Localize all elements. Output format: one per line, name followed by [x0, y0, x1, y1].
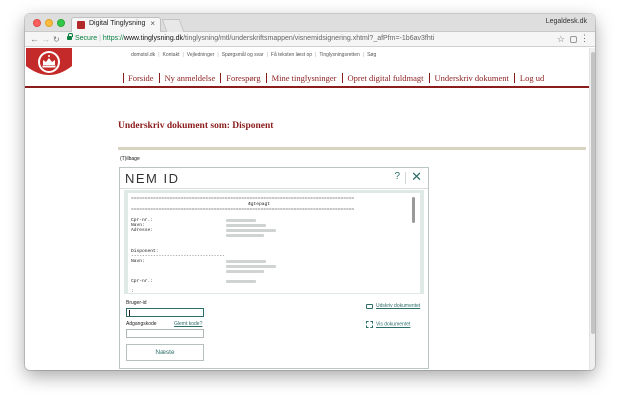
redacted-text: [226, 229, 276, 232]
redacted-text: [226, 260, 266, 263]
back-arrow-icon[interactable]: ←: [30, 34, 39, 44]
user-id-input[interactable]: [126, 308, 204, 317]
nav-underskriv-dokument[interactable]: Underskriv dokument: [428, 73, 514, 83]
nav-forside[interactable]: Forside: [123, 73, 159, 83]
redacted-text: [226, 265, 276, 268]
lock-icon: [67, 33, 73, 40]
doc-adresse-label: Adresse:: [131, 228, 154, 233]
doc-rule-top: ========================================…: [131, 196, 355, 201]
tab-title: Digital Tinglysning: [89, 20, 146, 27]
close-window-icon[interactable]: [33, 19, 41, 27]
nemid-header-rule: [120, 188, 428, 189]
doc-navn2-label: Navn:: [131, 259, 145, 264]
toplink-search[interactable]: Søg: [367, 52, 376, 58]
toplink-kontakt[interactable]: Kontakt: [163, 52, 180, 58]
next-button[interactable]: Næste: [126, 344, 204, 361]
nav-foresporg[interactable]: Forespørg: [220, 73, 266, 83]
browser-tab[interactable]: Digital Tinglysning ×: [71, 17, 161, 32]
profile-name[interactable]: Legaldesk.dk: [546, 18, 587, 25]
url-scheme: https://: [102, 35, 124, 42]
doc-cut-label: :: [131, 289, 134, 293]
back-link[interactable]: (T)ilbage: [120, 156, 140, 162]
browser-window: Digital Tinglysning × Legaldesk.dk ← → ↻…: [25, 14, 595, 370]
nav-log-ud[interactable]: Log ud: [513, 73, 550, 83]
text-caret: [129, 310, 130, 316]
show-link-label: Vis dokumentet: [376, 321, 411, 328]
user-id-label: Bruger-id: [126, 300, 147, 306]
page-title: Underskriv dokument som: Disponent: [118, 121, 274, 131]
url-host: www.tinglysning.dk: [123, 35, 184, 42]
toplink-read-aloud[interactable]: Få teksten læst op: [271, 52, 312, 58]
show-document-link[interactable]: Vis dokumentet: [366, 321, 410, 328]
document-frame: ========================================…: [124, 190, 424, 294]
extension-icon[interactable]: [570, 36, 577, 43]
password-label: Adgangskode: [126, 321, 157, 327]
document-preview[interactable]: ========================================…: [128, 193, 420, 293]
password-input[interactable]: [126, 329, 204, 338]
nemid-logo: NEM ID: [125, 171, 180, 186]
toplink-tinglysningsretten[interactable]: Tinglysningsretten: [319, 52, 359, 58]
bookmark-star-icon[interactable]: ☆: [557, 34, 565, 45]
address-toolbar: ← → ↻ Secure | https://www.tinglysning.d…: [25, 32, 595, 47]
redacted-text: [226, 270, 264, 273]
forward-arrow-icon[interactable]: →: [41, 34, 50, 44]
redacted-text: [226, 219, 256, 222]
nav-mine-tinglysninger[interactable]: Mine tinglysninger: [265, 73, 342, 83]
maximize-window-icon[interactable]: [57, 19, 65, 27]
document-scrollbar[interactable]: [412, 197, 415, 223]
toplink-faq[interactable]: Spørgsmål og svar: [222, 52, 264, 58]
main-navigation: Forside Ny anmeldelse Forespørg Mine tingly…: [123, 73, 550, 83]
doc-cpr2-label: Cpr-nr.:: [131, 279, 154, 284]
reload-icon[interactable]: ↻: [53, 35, 60, 44]
nav-divider: [25, 86, 589, 88]
favicon-icon: [77, 21, 85, 29]
page-content: domstol.dk | Kontakt | Vejledninger | Spørgsmå…: [25, 48, 595, 370]
redacted-text: [226, 234, 264, 237]
doc-rule-bottom: ========================================…: [131, 207, 355, 212]
redacted-text: [226, 280, 256, 283]
new-tab-button[interactable]: [161, 19, 185, 32]
toplink-vejledninger[interactable]: Vejledninger: [187, 52, 215, 58]
tab-bar: Digital Tinglysning × Legaldesk.dk: [25, 14, 595, 32]
url-path: /tinglysning/mtl/underskriftsmappen/visn…: [183, 35, 435, 42]
printer-icon: [366, 303, 373, 309]
forgot-password-link[interactable]: Glemt kode?: [174, 321, 202, 327]
minimize-window-icon[interactable]: [45, 19, 53, 27]
doc-disponent-rule: ----------------------------------: [131, 254, 225, 259]
top-links: domstol.dk | Kontakt | Vejledninger | Spørgsmå…: [131, 52, 377, 58]
crown-seal-logo[interactable]: [26, 48, 72, 82]
nav-ny-anmeldelse[interactable]: Ny anmeldelse: [158, 73, 221, 83]
tab-close-icon[interactable]: ×: [150, 19, 155, 28]
help-icon[interactable]: ?: [394, 171, 400, 182]
close-icon[interactable]: ✕: [411, 169, 422, 185]
header-divider: [405, 172, 406, 184]
browser-menu-icon[interactable]: ⋮: [580, 33, 589, 44]
heading-divider: [118, 147, 586, 150]
address-bar[interactable]: Secure | https://www.tinglysning.dk/ting…: [75, 35, 434, 42]
print-document-link[interactable]: Udskriv dokumentet: [366, 303, 420, 309]
secure-label: Secure: [75, 35, 98, 42]
redacted-text: [226, 224, 266, 227]
print-link-label: Udskriv dokumentet: [376, 303, 421, 309]
scrollbar-thumb[interactable]: [591, 52, 595, 334]
toplink-domstol[interactable]: domstol.dk: [131, 52, 155, 58]
expand-icon: [366, 321, 373, 328]
nav-opret-fuldmagt[interactable]: Opret digital fuldmagt: [341, 73, 429, 83]
page-scrollbar[interactable]: [589, 48, 595, 370]
nemid-login-box: NEM ID ? ✕ =============================…: [119, 167, 429, 369]
